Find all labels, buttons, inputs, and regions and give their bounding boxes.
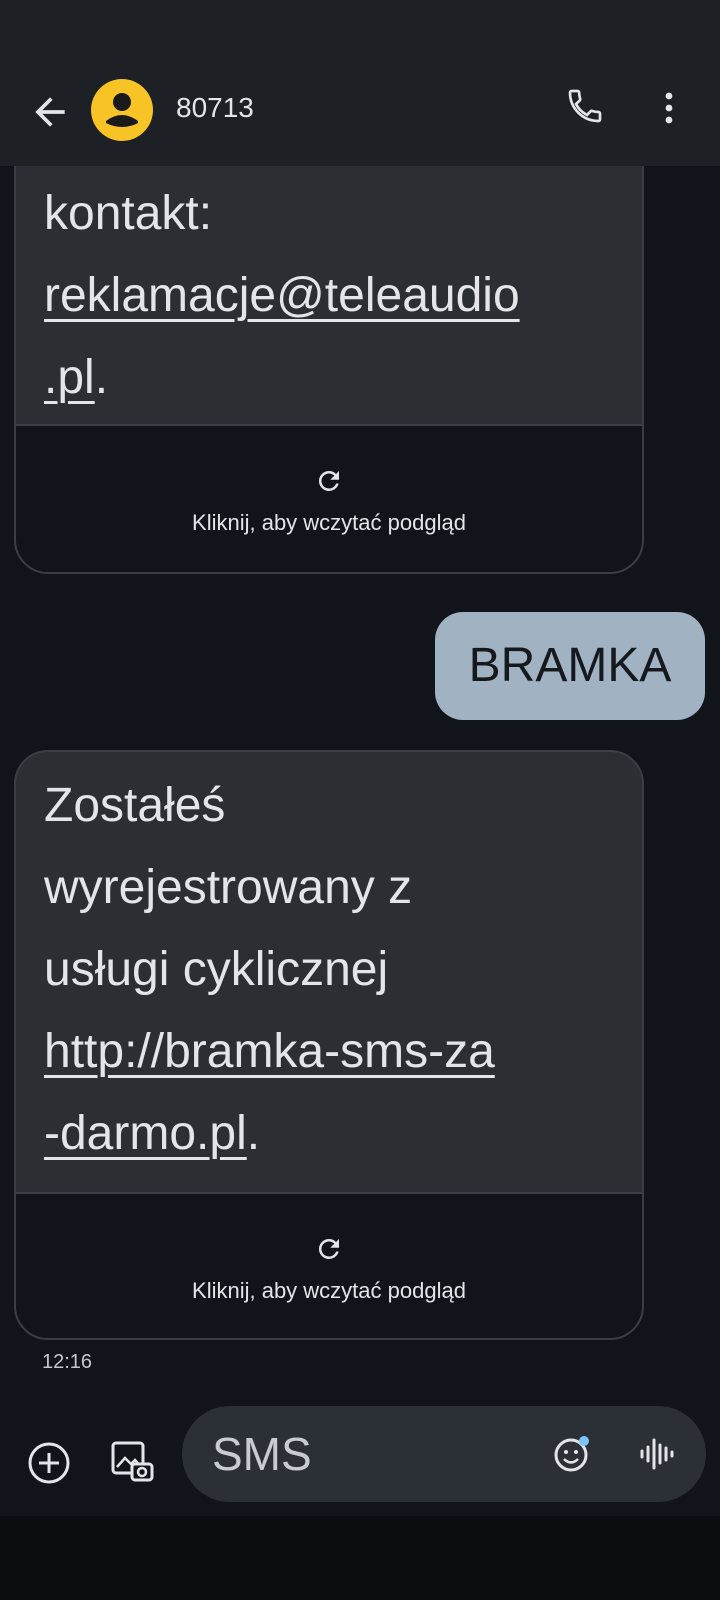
message-line: reklamacje@teleaudio xyxy=(44,255,614,337)
email-link[interactable]: .pl xyxy=(44,351,95,404)
emoji-icon xyxy=(554,1436,589,1472)
voice-message-button[interactable] xyxy=(637,1434,677,1474)
preview-label: Kliknij, aby wczytać podgląd xyxy=(192,510,466,535)
message-input[interactable] xyxy=(210,1428,514,1480)
link-preview[interactable]: Kliknij, aby wczytać podgląd xyxy=(16,1192,642,1338)
message-line: .pl. xyxy=(44,337,614,419)
message-thread[interactable]: kontakt: reklamacje@teleaudio .pl. Klikn… xyxy=(0,166,720,1396)
url-link[interactable]: -darmo.pl xyxy=(44,1107,247,1160)
avatar[interactable] xyxy=(91,79,153,141)
call-button[interactable] xyxy=(565,86,609,130)
url-link[interactable]: http://bramka-sms-za xyxy=(44,1025,495,1078)
outgoing-message[interactable]: BRAMKA xyxy=(435,612,705,720)
link-preview[interactable]: Kliknij, aby wczytać podgląd xyxy=(16,424,642,572)
arrow-left-icon xyxy=(35,97,65,127)
refresh-icon xyxy=(318,470,339,491)
emoji-button[interactable] xyxy=(552,1434,592,1474)
gallery-icon xyxy=(111,1441,154,1482)
refresh-icon xyxy=(318,1239,339,1259)
voice-wave-icon xyxy=(640,1438,674,1470)
message-line: kontakt: xyxy=(44,187,213,240)
email-link[interactable]: reklamacje@teleaudio xyxy=(44,269,520,322)
contact-name: 80713 xyxy=(176,92,254,123)
add-attachment-button[interactable] xyxy=(26,1440,72,1486)
add-circle-icon xyxy=(28,1442,70,1484)
more-options-button[interactable] xyxy=(654,86,684,130)
back-button[interactable] xyxy=(28,90,72,134)
conversation-header: 80713 xyxy=(0,60,720,166)
message-text: Zostałeś wyrejestrowany z usługi cyklicz… xyxy=(16,752,642,1175)
message-line: usługi cyklicznej xyxy=(44,943,389,996)
preview-label: Kliknij, aby wczytać podgląd xyxy=(192,1278,466,1303)
status-bar xyxy=(0,0,720,60)
compose-bar xyxy=(0,1396,720,1516)
message-line: http://bramka-sms-za xyxy=(44,1011,614,1093)
message-text: kontakt: reklamacje@teleaudio .pl. xyxy=(16,166,642,419)
gallery-button[interactable] xyxy=(108,1438,156,1486)
message-line: wyrejestrowany z xyxy=(44,861,413,914)
incoming-message[interactable]: kontakt: reklamacje@teleaudio .pl. Klikn… xyxy=(14,166,644,574)
message-punctuation: . xyxy=(246,1107,261,1160)
navigation-bar xyxy=(0,1516,720,1600)
phone-icon xyxy=(568,89,602,123)
person-icon xyxy=(106,93,138,127)
message-punctuation: . xyxy=(94,351,109,404)
message-line: Zostałeś xyxy=(44,779,226,832)
message-timestamp: 12:16 xyxy=(42,1351,93,1373)
message-input-field[interactable] xyxy=(182,1406,706,1502)
more-vert-icon xyxy=(665,92,673,124)
incoming-message[interactable]: Zostałeś wyrejestrowany z usługi cyklicz… xyxy=(14,750,644,1340)
message-line: -darmo.pl. xyxy=(44,1093,614,1175)
